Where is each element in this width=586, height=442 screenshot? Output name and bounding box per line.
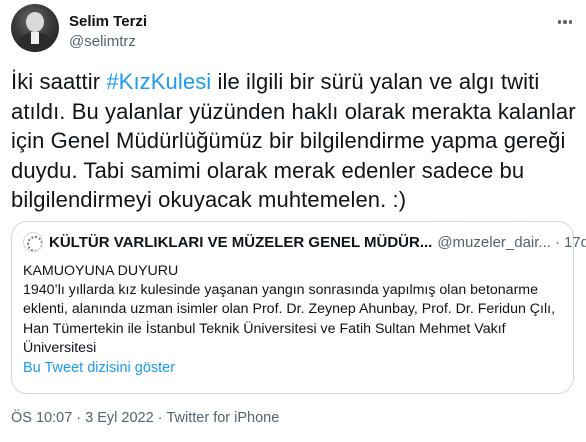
quoted-author-handle: @muzeler_dair... bbox=[437, 233, 551, 251]
quoted-tweet-card[interactable]: KÜLTÜR VARLIKLARI VE MÜZELER GENEL MÜDÜR… bbox=[11, 221, 586, 394]
hashtag-link[interactable]: #KızKulesi bbox=[106, 69, 211, 94]
tweet-time[interactable]: ÖS 10:07 bbox=[11, 410, 72, 426]
show-thread-link[interactable]: Bu Tweet dizisini göster bbox=[23, 360, 175, 376]
meta-separator: · bbox=[76, 410, 82, 426]
more-dot bbox=[557, 20, 562, 24]
quoted-tweet-body: KAMUOYUNA DUYURU 1940’lı yıllarda kız ku… bbox=[23, 262, 563, 358]
quoted-separator: · bbox=[554, 233, 560, 251]
quoted-tweet-title: KAMUOYUNA DUYURU bbox=[23, 263, 179, 279]
meta-separator: · bbox=[157, 410, 163, 426]
more-dot bbox=[563, 20, 567, 24]
avatar-figure-shirt bbox=[31, 32, 39, 44]
more-dot bbox=[568, 20, 573, 24]
quoted-tweet-text: 1940’lı yıllarda kız kulesinde yaşanan y… bbox=[23, 282, 556, 356]
author-display-name[interactable]: Selim Terzi bbox=[69, 12, 147, 31]
author-handle[interactable]: @selimtrz bbox=[69, 32, 147, 51]
quoted-tweet-header: KÜLTÜR VARLIKLARI VE MÜZELER GENEL MÜDÜR… bbox=[23, 232, 586, 252]
tweet-text-start: İki saattir bbox=[11, 69, 107, 94]
quoted-timestamp: 17d bbox=[563, 233, 586, 251]
tweet-date[interactable]: 3 Eyl 2022 bbox=[85, 410, 154, 426]
quoted-author-avatar bbox=[23, 232, 43, 252]
tweet-header: Selim Terzi @selimtrz bbox=[11, 4, 577, 54]
tweet-source[interactable]: Twitter for iPhone bbox=[166, 410, 279, 426]
more-options-icon[interactable] bbox=[553, 12, 577, 32]
tweet-metadata: ÖS 10:07 · 3 Eyl 2022 · Twitter for iPhone bbox=[11, 410, 279, 426]
quoted-author-name: KÜLTÜR VARLIKLARI VE MÜZELER GENEL MÜDÜR… bbox=[49, 233, 433, 251]
tweet-text: İki saattir #KızKulesi ile ilgili bir sü… bbox=[11, 67, 577, 215]
avatar-figure-head bbox=[26, 12, 44, 32]
author-names: Selim Terzi @selimtrz bbox=[69, 12, 147, 51]
author-avatar[interactable] bbox=[11, 4, 59, 52]
